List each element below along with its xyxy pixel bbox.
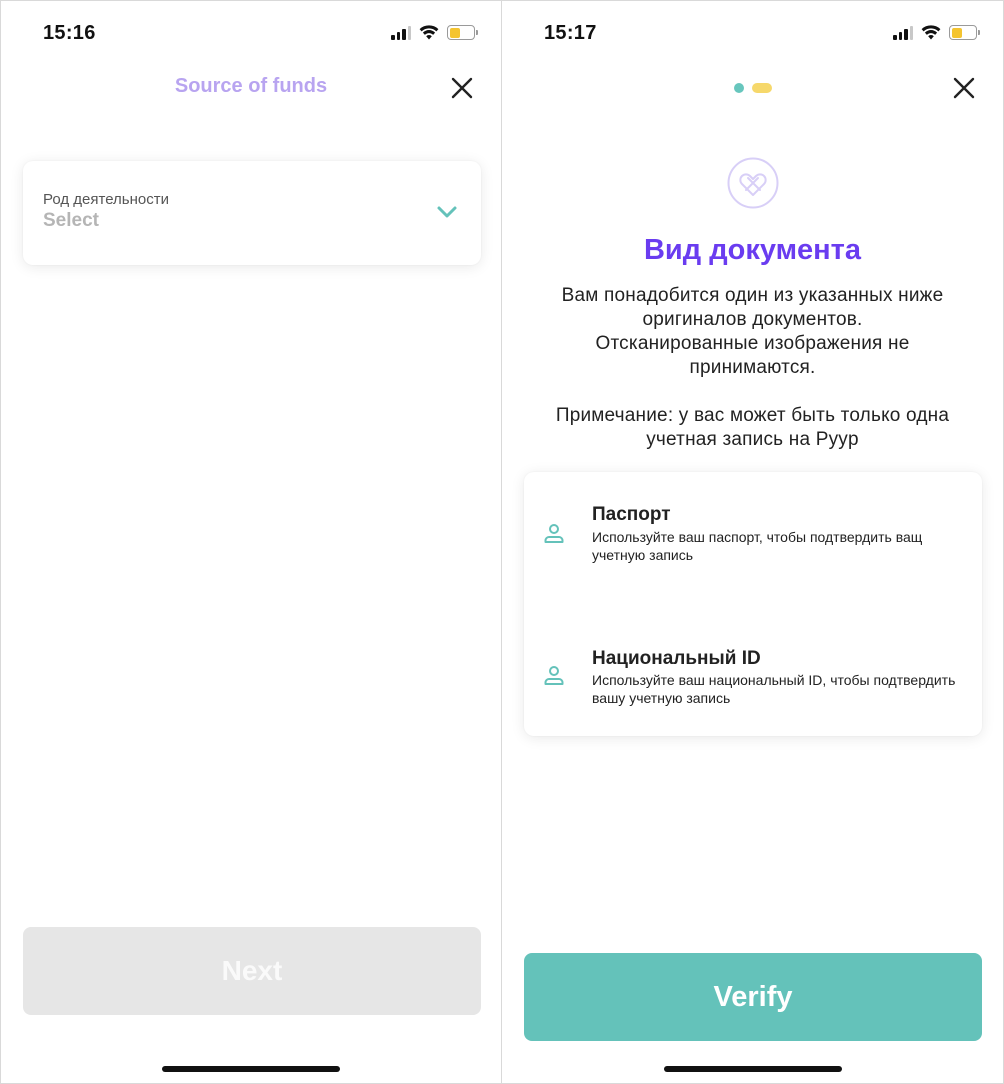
cellular-signal-icon xyxy=(391,25,411,40)
progress-step-2 xyxy=(751,83,772,93)
close-icon xyxy=(451,77,473,99)
home-indicator xyxy=(663,1066,842,1072)
occupation-select[interactable]: Род деятельности Select xyxy=(23,161,481,265)
page-title: Вид документа xyxy=(643,234,862,266)
option-subtitle: Используйте ваш паспорт, чтобы подтверди… xyxy=(592,529,923,563)
status-bar: 15:17 xyxy=(502,19,1003,49)
close-icon xyxy=(953,77,975,99)
battery-icon xyxy=(447,25,478,40)
option-subtitle: Используйте ваш национальный ID, чтобы п… xyxy=(592,672,956,706)
option-title: Паспорт xyxy=(592,504,671,525)
option-national-id[interactable]: Национальный ID Используйте ваш национал… xyxy=(524,616,982,736)
next-button[interactable]: Next xyxy=(23,927,481,1015)
wifi-icon xyxy=(921,25,941,40)
chevron-down-icon xyxy=(437,206,457,218)
verify-button[interactable]: Verify xyxy=(524,953,982,1041)
note-text: Примечание: у вас может быть только одна… xyxy=(555,405,950,450)
battery-icon xyxy=(949,25,980,40)
status-time: 15:16 xyxy=(43,22,96,44)
battery-level xyxy=(951,27,962,38)
progress-indicator xyxy=(502,83,1003,93)
person-icon xyxy=(544,666,564,685)
document-type-screen: 15:17 Вид документа Вам понадобится один… xyxy=(502,0,1004,1084)
field-value: Select xyxy=(43,210,99,231)
field-label: Род деятельности xyxy=(43,191,169,208)
option-title: Национальный ID xyxy=(592,648,761,669)
document-options-list: Паспорт Используйте ваш паспорт, чтобы п… xyxy=(524,472,982,736)
cellular-signal-icon xyxy=(893,25,913,40)
home-indicator xyxy=(162,1066,340,1072)
status-bar: 15:16 xyxy=(1,19,501,49)
heart-logo-icon xyxy=(727,157,778,209)
close-button[interactable] xyxy=(447,73,477,103)
person-icon xyxy=(544,524,564,543)
option-passport[interactable]: Паспорт Используйте ваш паспорт, чтобы п… xyxy=(524,472,982,592)
status-time: 15:17 xyxy=(544,22,597,44)
page-title: Source of funds xyxy=(174,75,328,97)
description-text: Вам понадобится один из указанных ниже о… xyxy=(561,285,944,378)
status-icons xyxy=(391,25,478,40)
status-icons xyxy=(893,25,980,40)
progress-step-1 xyxy=(733,83,744,93)
battery-level xyxy=(449,27,460,38)
source-of-funds-screen: 15:16 Source of funds Род деятельности S… xyxy=(0,0,502,1084)
wifi-icon xyxy=(419,25,439,40)
close-button[interactable] xyxy=(949,73,979,103)
